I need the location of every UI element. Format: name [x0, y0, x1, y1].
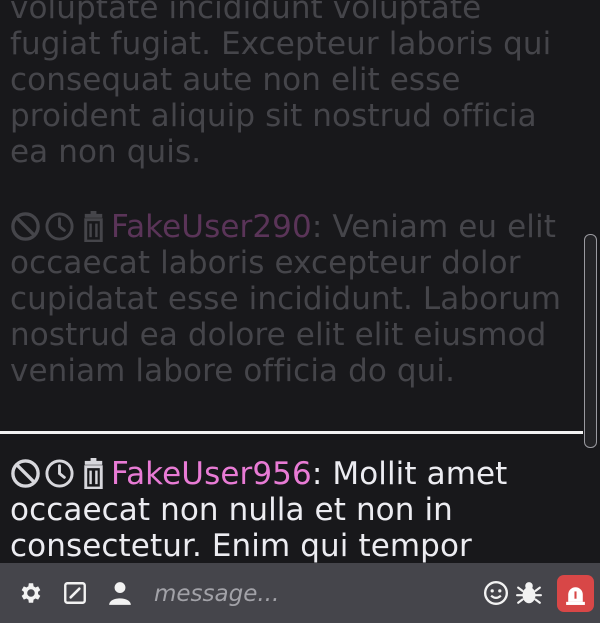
debug-button[interactable]: [514, 578, 544, 608]
gear-icon: [21, 583, 41, 603]
user-button[interactable]: [105, 578, 135, 608]
user-icon: [109, 582, 131, 605]
edit-button[interactable]: [60, 578, 90, 608]
edit-icon: [64, 582, 86, 604]
chat-log: voluptate incididunt voluptate fugiat fu…: [0, 0, 600, 563]
trash-icon[interactable]: [78, 458, 109, 489]
alert-button[interactable]: [557, 575, 594, 612]
alarm-icon: [566, 587, 585, 605]
emote-button[interactable]: [481, 578, 511, 608]
chat-message: FakeUser290: Veniam eu elit occaecat lab…: [0, 209, 578, 389]
username[interactable]: FakeUser956: [111, 456, 312, 492]
settings-button[interactable]: [15, 578, 45, 608]
chat-message: FakeUser956: Mollit amet occaecat non nu…: [0, 456, 578, 563]
bug-icon: [516, 582, 542, 604]
ban-icon[interactable]: [10, 458, 41, 489]
clock-icon[interactable]: [44, 211, 75, 242]
trash-icon[interactable]: [78, 211, 109, 242]
chat-message: voluptate incididunt voluptate fugiat fu…: [0, 0, 578, 170]
unread-divider: [0, 431, 583, 434]
ban-icon[interactable]: [10, 211, 41, 242]
message-text: voluptate incididunt voluptate fugiat fu…: [10, 0, 552, 170]
message-input[interactable]: [152, 577, 476, 611]
smiley-icon: [483, 580, 509, 606]
scrollbar[interactable]: [584, 234, 597, 448]
clock-icon[interactable]: [44, 458, 75, 489]
chat-composer: [0, 563, 600, 623]
username[interactable]: FakeUser290: [111, 209, 312, 245]
